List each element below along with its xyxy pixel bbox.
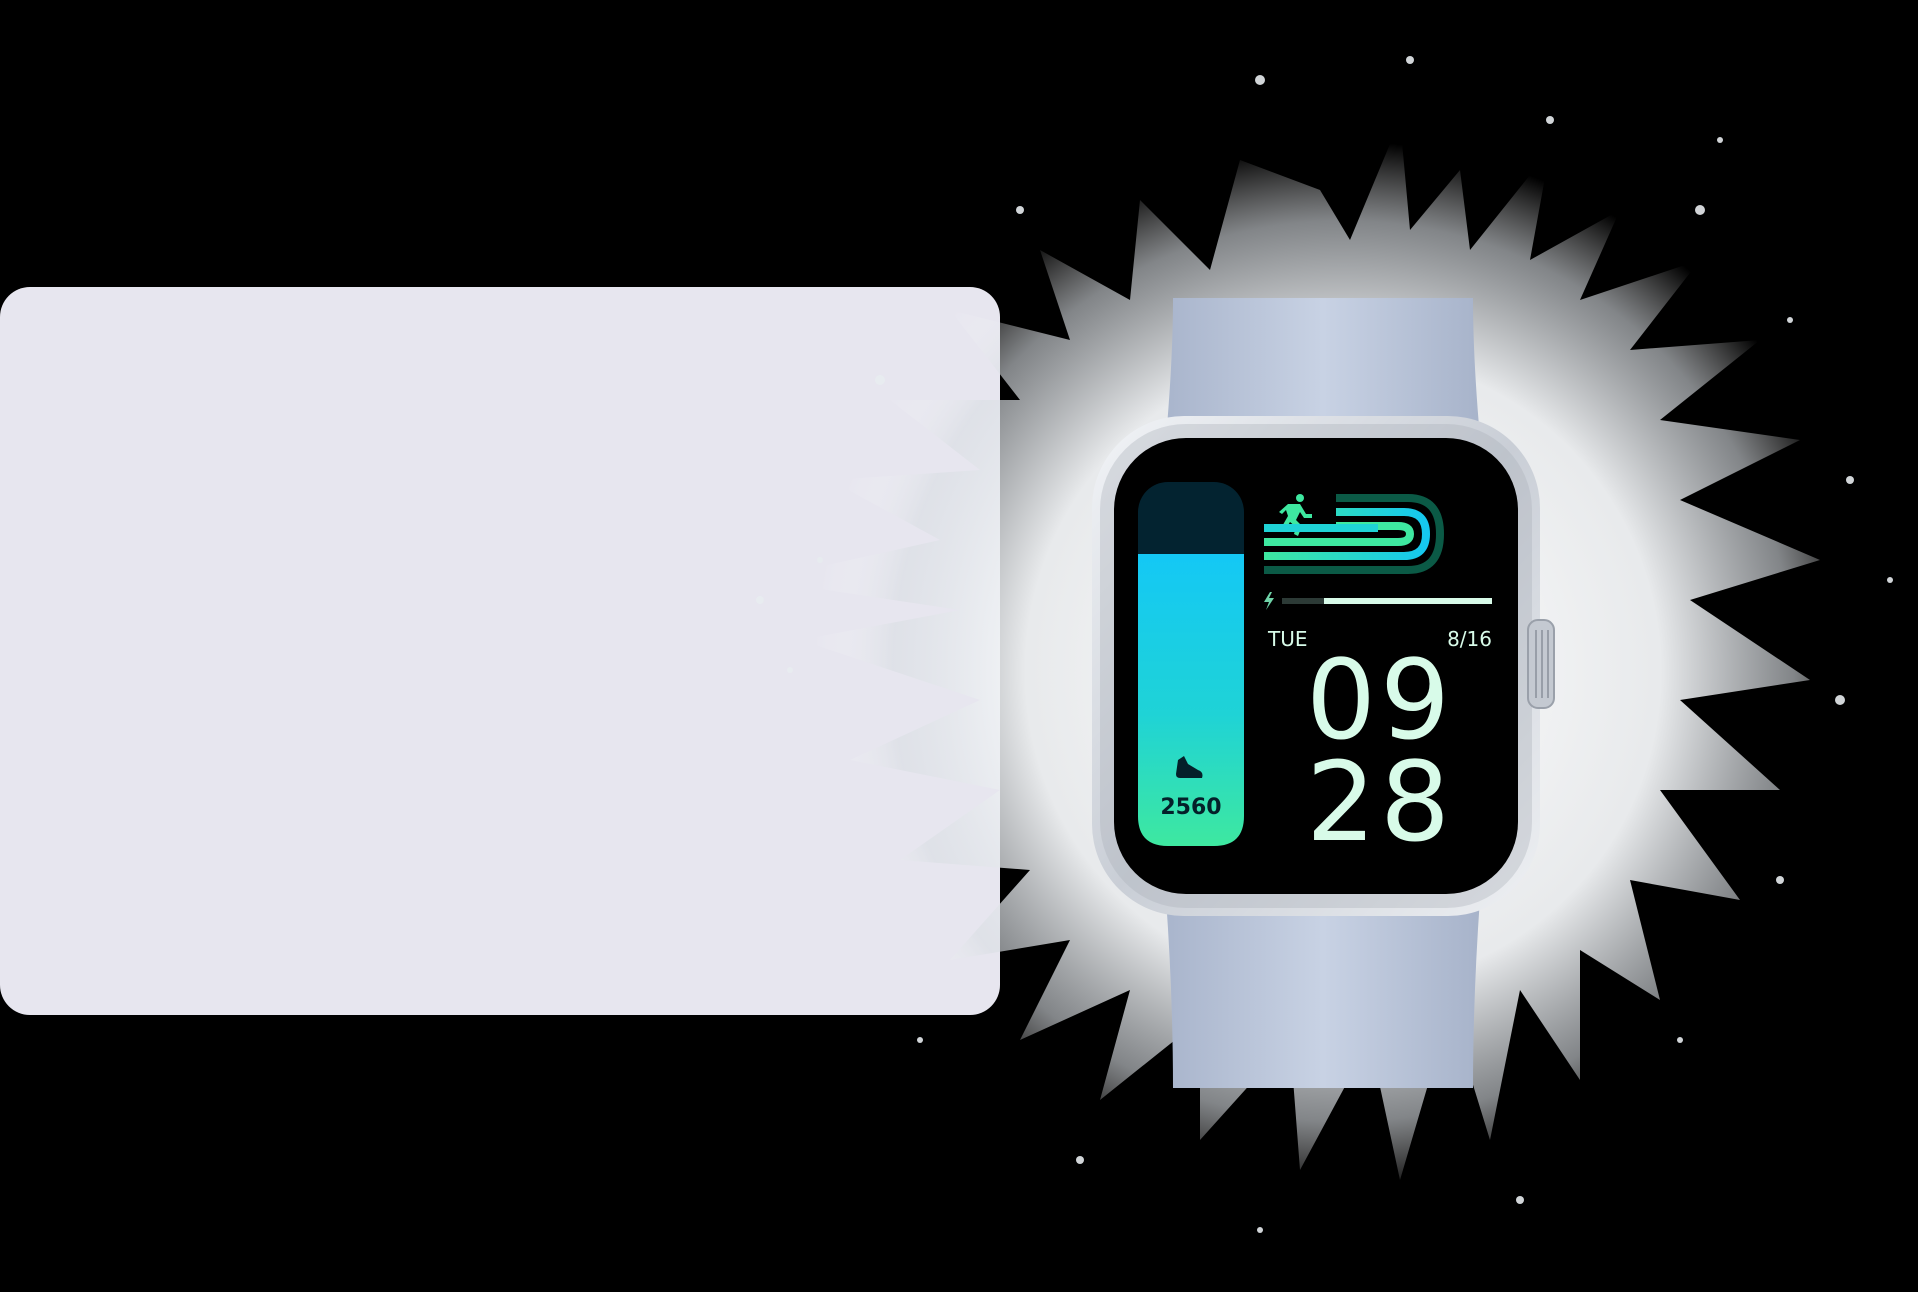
day-label: TUE — [1267, 627, 1308, 651]
minute-display: 28 — [1306, 738, 1454, 866]
bottom-strap — [1166, 898, 1480, 1088]
smartwatch: 2560 TUE 8/16 09 28 — [1092, 298, 1555, 1088]
battery-empty — [1282, 598, 1324, 604]
steps-count: 2560 — [1160, 795, 1221, 820]
crown-button[interactable] — [1527, 619, 1555, 709]
battery-level — [1324, 598, 1492, 604]
